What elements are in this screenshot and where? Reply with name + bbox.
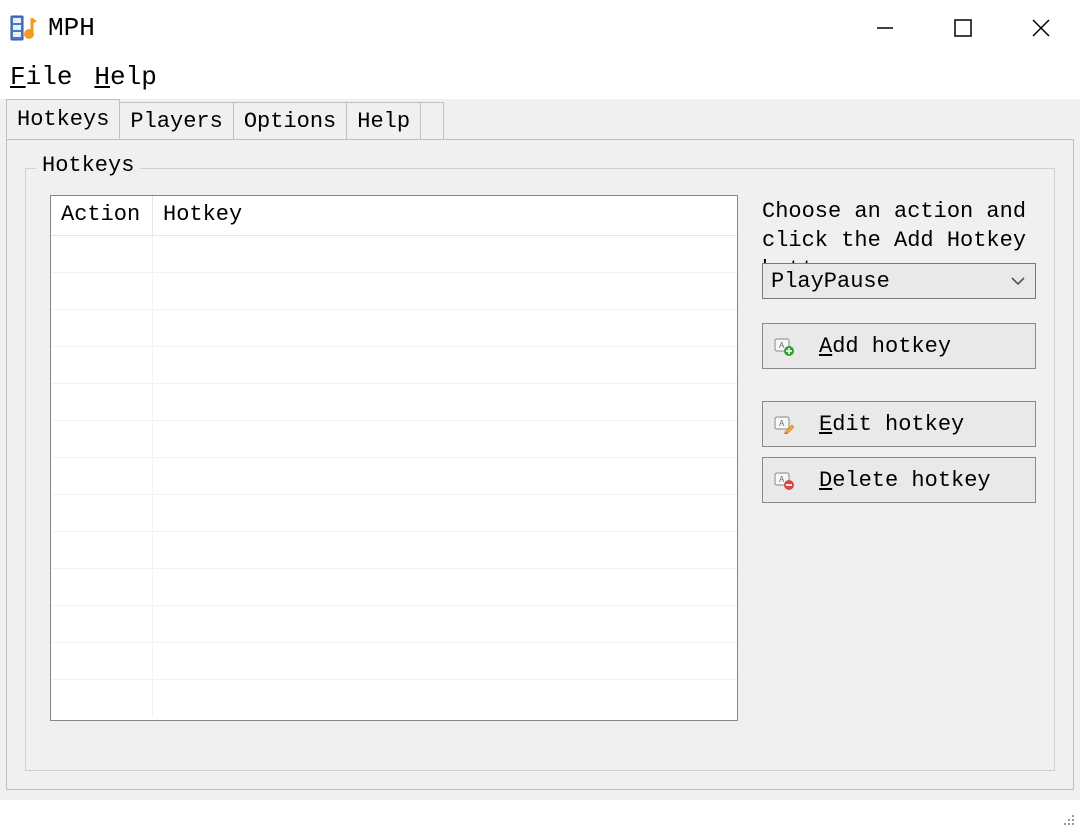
side-panel: Choose an action and click the Add Hotke… bbox=[762, 195, 1036, 752]
action-combobox[interactable]: PlayPause bbox=[762, 263, 1036, 299]
svg-text:A: A bbox=[779, 419, 785, 428]
menu-file-rest: ile bbox=[26, 62, 73, 92]
edit-hotkey-label: Edit hotkey bbox=[819, 412, 1025, 437]
groupbox-inner: Action Hotkey bbox=[50, 195, 1036, 752]
listview-rows bbox=[51, 236, 737, 720]
chevron-down-icon bbox=[1009, 272, 1027, 290]
tab-hotkeys[interactable]: Hotkeys bbox=[6, 99, 120, 139]
app-icon bbox=[10, 14, 38, 42]
list-row[interactable] bbox=[51, 421, 737, 458]
menu-help-rest: elp bbox=[110, 62, 157, 92]
resize-grip[interactable] bbox=[1060, 811, 1078, 836]
svg-text:A: A bbox=[779, 475, 785, 484]
list-row[interactable] bbox=[51, 569, 737, 606]
list-row[interactable] bbox=[51, 495, 737, 532]
list-row[interactable] bbox=[51, 680, 737, 717]
add-hotkey-label: Add hotkey bbox=[819, 334, 1025, 359]
svg-text:A: A bbox=[779, 341, 785, 350]
list-row[interactable] bbox=[51, 347, 737, 384]
hotkeys-listview[interactable]: Action Hotkey bbox=[50, 195, 738, 721]
list-row[interactable] bbox=[51, 273, 737, 310]
tab-options[interactable]: Options bbox=[233, 102, 347, 140]
add-hotkey-button[interactable]: A Add hotkey bbox=[762, 323, 1036, 369]
tab-help[interactable]: Help bbox=[346, 102, 421, 140]
list-row[interactable] bbox=[51, 458, 737, 495]
groupbox-hotkeys: Hotkeys Action Hotkey bbox=[25, 168, 1055, 771]
list-row[interactable] bbox=[51, 236, 737, 273]
maximize-button[interactable] bbox=[924, 0, 1002, 56]
menu-file[interactable]: File bbox=[8, 60, 74, 94]
client-area: Hotkeys Players Options Help Hotkeys Act… bbox=[0, 98, 1080, 800]
list-row[interactable] bbox=[51, 643, 737, 680]
title-bar: MPH bbox=[0, 0, 1080, 56]
menu-bar: File Help bbox=[0, 56, 1080, 98]
combobox-value: PlayPause bbox=[771, 269, 890, 294]
key-delete-icon: A bbox=[773, 469, 795, 491]
close-button[interactable] bbox=[1002, 0, 1080, 56]
column-header-hotkey[interactable]: Hotkey bbox=[153, 196, 737, 235]
instruction-text: Choose an action and click the Add Hotke… bbox=[762, 197, 1036, 263]
minimize-button[interactable] bbox=[846, 0, 924, 56]
delete-hotkey-button[interactable]: A Delete hotkey bbox=[762, 457, 1036, 503]
window-controls bbox=[846, 0, 1080, 56]
tab-separator bbox=[420, 102, 444, 140]
key-add-icon: A bbox=[773, 335, 795, 357]
key-edit-icon: A bbox=[773, 413, 795, 435]
edit-hotkey-button[interactable]: A Edit hotkey bbox=[762, 401, 1036, 447]
list-row[interactable] bbox=[51, 310, 737, 347]
list-row[interactable] bbox=[51, 606, 737, 643]
groupbox-title: Hotkeys bbox=[36, 153, 140, 178]
listview-header: Action Hotkey bbox=[51, 196, 737, 236]
tab-panel-hotkeys: Hotkeys Action Hotkey bbox=[6, 139, 1074, 790]
column-header-action[interactable]: Action bbox=[51, 196, 153, 235]
menu-help[interactable]: Help bbox=[92, 60, 158, 94]
delete-hotkey-label: Delete hotkey bbox=[819, 468, 1025, 493]
list-row[interactable] bbox=[51, 532, 737, 569]
main-window: MPH File Help Hotkeys Players Options He… bbox=[0, 0, 1080, 800]
tab-players[interactable]: Players bbox=[119, 102, 233, 140]
list-row[interactable] bbox=[51, 384, 737, 421]
window-title: MPH bbox=[48, 13, 95, 43]
tab-strip: Hotkeys Players Options Help bbox=[0, 99, 1080, 139]
